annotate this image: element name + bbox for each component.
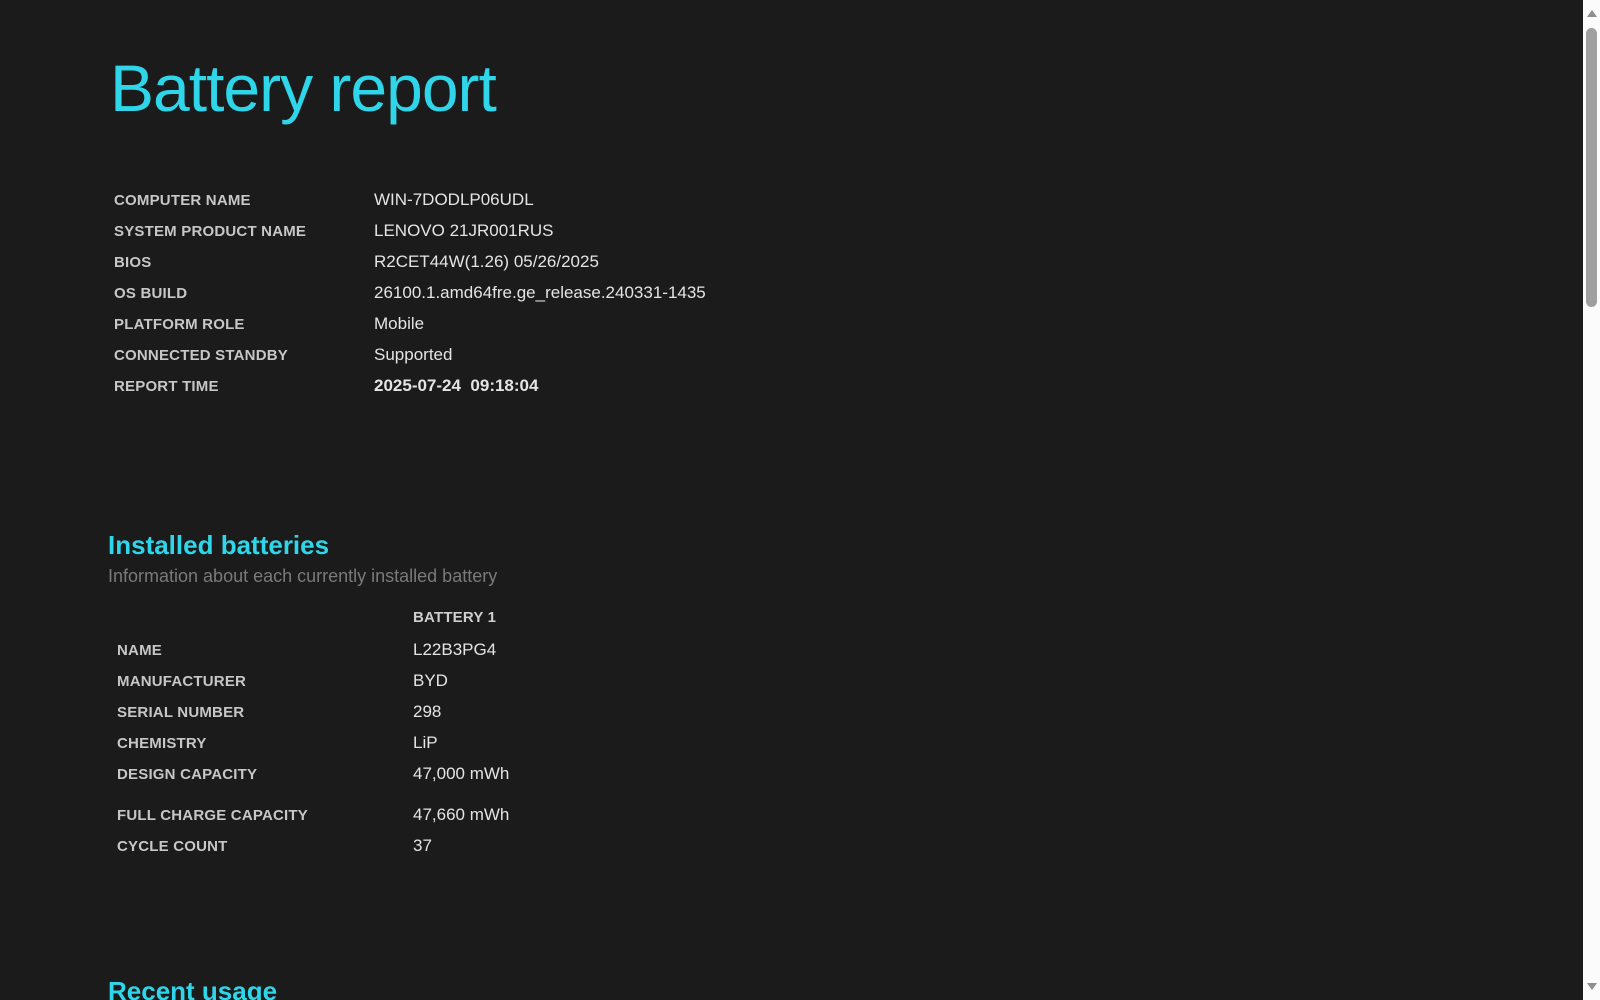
vertical-scrollbar[interactable] xyxy=(1583,0,1600,1000)
row-label: PLATFORM ROLE xyxy=(114,316,245,333)
scrollbar-down-icon[interactable] xyxy=(1586,983,1597,990)
row-value: 47,000 mWh xyxy=(413,764,510,783)
installed-batteries-heading: Installed batteries xyxy=(108,530,330,560)
row-label: SERIAL NUMBER xyxy=(117,704,245,721)
row-label: DESIGN CAPACITY xyxy=(117,766,258,783)
row-label: CONNECTED STANDBY xyxy=(114,347,288,364)
table-row: SYSTEM PRODUCT NAME LENOVO 21JR001RUS xyxy=(114,221,1600,252)
table-row: OS BUILD 26100.1.amd64fre.ge_release.240… xyxy=(114,283,1600,314)
table-row: SERIAL NUMBER 298 xyxy=(117,702,1600,733)
row-value: WIN-7DODLP06UDL xyxy=(374,190,534,209)
table-row: PLATFORM ROLE Mobile xyxy=(114,314,1600,345)
row-value: 298 xyxy=(413,702,442,721)
table-row: FULL CHARGE CAPACITY 47,660 mWh xyxy=(117,805,1600,836)
row-label: FULL CHARGE CAPACITY xyxy=(117,807,308,824)
row-spacer xyxy=(117,795,1600,805)
row-value: R2CET44W(1.26) 05/26/2025 xyxy=(374,252,599,271)
row-label: SYSTEM PRODUCT NAME xyxy=(114,223,307,240)
row-value: LiP xyxy=(413,733,438,752)
row-value: LENOVO 21JR001RUS xyxy=(374,221,554,240)
table-header-row: BATTERY 1 xyxy=(117,609,1600,640)
row-value: L22B3PG4 xyxy=(413,640,497,659)
row-label: CHEMISTRY xyxy=(117,735,207,752)
table-row: BIOS R2CET44W(1.26) 05/26/2025 xyxy=(114,252,1600,283)
row-value: BYD xyxy=(413,671,448,690)
table-row: MANUFACTURER BYD xyxy=(117,671,1600,702)
table-row: NAME L22B3PG4 xyxy=(117,640,1600,671)
system-info-table: COMPUTER NAME WIN-7DODLP06UDL SYSTEM PRO… xyxy=(114,190,1600,407)
row-label: OS BUILD xyxy=(114,285,188,302)
table-row: DESIGN CAPACITY 47,000 mWh xyxy=(117,764,1600,795)
table-row: CYCLE COUNT 37 xyxy=(117,836,1600,867)
row-label: NAME xyxy=(117,642,162,659)
row-value: 37 xyxy=(413,836,432,855)
scrollbar-thumb[interactable] xyxy=(1586,28,1597,307)
battery-report-page: Battery report COMPUTER NAME WIN-7DODLP0… xyxy=(0,0,1600,1000)
scrollbar-up-icon[interactable] xyxy=(1586,10,1597,17)
battery-column-header: BATTERY 1 xyxy=(413,609,497,626)
table-row: CONNECTED STANDBY Supported xyxy=(114,345,1600,376)
battery-info-table: BATTERY 1 NAME L22B3PG4 MANUFACTURER BYD… xyxy=(117,609,1600,867)
installed-batteries-subtitle: Information about each currently install… xyxy=(108,566,498,586)
report-time-value: 2025-07-24 09:18:04 xyxy=(374,376,539,395)
row-label: BIOS xyxy=(114,254,152,271)
row-value: 26100.1.amd64fre.ge_release.240331-1435 xyxy=(374,283,706,302)
row-value: Mobile xyxy=(374,314,425,333)
recent-usage-heading: Recent usage xyxy=(108,976,278,1000)
page-title: Battery report xyxy=(110,51,497,125)
table-row: CHEMISTRY LiP xyxy=(117,733,1600,764)
row-label: MANUFACTURER xyxy=(117,673,247,690)
row-value: Supported xyxy=(374,345,453,364)
row-label: COMPUTER NAME xyxy=(114,192,251,209)
row-label: CYCLE COUNT xyxy=(117,838,228,855)
table-row: REPORT TIME 2025-07-24 09:18:04 xyxy=(114,376,1600,407)
row-value: 47,660 mWh xyxy=(413,805,510,824)
table-row: COMPUTER NAME WIN-7DODLP06UDL xyxy=(114,190,1600,221)
row-label: REPORT TIME xyxy=(114,378,219,395)
